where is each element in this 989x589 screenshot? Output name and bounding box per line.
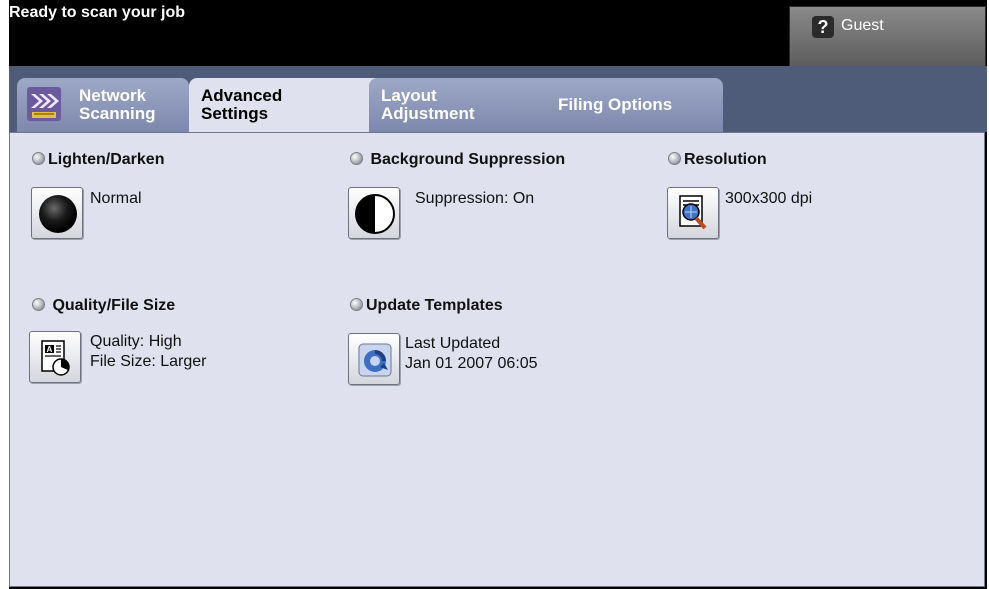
quality-file-size-title-text: Quality/File Size — [52, 297, 176, 314]
lighten-darken-button[interactable] — [31, 187, 83, 239]
last-updated-date: Jan 01 2007 06:05 — [405, 355, 538, 372]
lighten-darken-value: Normal — [90, 190, 142, 207]
radio-icon — [350, 152, 363, 165]
quality-file-size-title[interactable]: Quality/File Size — [32, 297, 175, 315]
lighten-darken-title-text: Lighten/Darken — [48, 151, 165, 168]
quality-value: Quality: High — [90, 333, 182, 350]
tab-network-scanning-label: Network Scanning — [79, 86, 156, 123]
tab-filing-options-label: Filing Options — [558, 95, 673, 114]
background-suppression-title[interactable]: Background Suppression — [350, 151, 565, 169]
guest-login-button[interactable]: ? Guest — [789, 6, 986, 69]
tab-layout-adjustment-label: Layout Adjustment — [381, 86, 475, 123]
svg-text:A: A — [47, 345, 53, 354]
last-updated-label: Last Updated — [405, 335, 501, 352]
resolution-title-text: Resolution — [684, 151, 767, 168]
document-quality-icon: A — [41, 340, 70, 376]
resolution-value: 300x300 dpi — [725, 190, 813, 207]
network-scanning-icon — [27, 87, 61, 121]
tab-network-scanning[interactable]: Network Scanning — [17, 78, 189, 132]
background-suppression-value: Suppression: On — [415, 190, 535, 207]
radio-icon — [668, 152, 681, 165]
update-templates-button[interactable] — [348, 333, 400, 385]
half-circle-icon — [355, 194, 395, 234]
tab-layout-adjustment[interactable]: Layout Adjustment — [369, 78, 559, 132]
radio-icon — [32, 298, 45, 311]
file-size-value: File Size: Larger — [90, 353, 207, 370]
background-suppression-title-text: Background Suppression — [370, 151, 566, 168]
radio-icon — [32, 152, 45, 165]
radio-icon — [350, 298, 363, 311]
lighten-darken-title[interactable]: Lighten/Darken — [32, 151, 164, 169]
guest-label: Guest — [841, 17, 884, 34]
lighten-darken-icon — [39, 195, 77, 233]
tab-filing-options[interactable]: Filing Options — [537, 78, 723, 132]
quality-file-size-button[interactable]: A — [29, 331, 81, 383]
tab-advanced-settings[interactable]: Advanced Settings — [189, 78, 385, 132]
background-suppression-button[interactable] — [348, 187, 400, 239]
help-question-icon: ? — [812, 16, 834, 38]
status-message: Ready to scan your job — [9, 4, 186, 21]
advanced-settings-panel: Lighten/Darken Normal Background Suppres… — [9, 132, 985, 587]
scan-screen: Ready to scan your job ? Guest Network S… — [9, 0, 987, 589]
update-templates-title-text: Update Templates — [366, 297, 503, 314]
tab-advanced-settings-label: Advanced Settings — [201, 86, 283, 123]
refresh-icon — [358, 343, 392, 377]
resolution-title[interactable]: Resolution — [668, 151, 767, 169]
resolution-button[interactable] — [667, 187, 719, 239]
update-templates-title[interactable]: Update Templates — [350, 297, 503, 315]
tab-bar: Network Scanning Advanced Settings Layou… — [9, 66, 987, 132]
magnifier-document-icon — [679, 195, 707, 230]
